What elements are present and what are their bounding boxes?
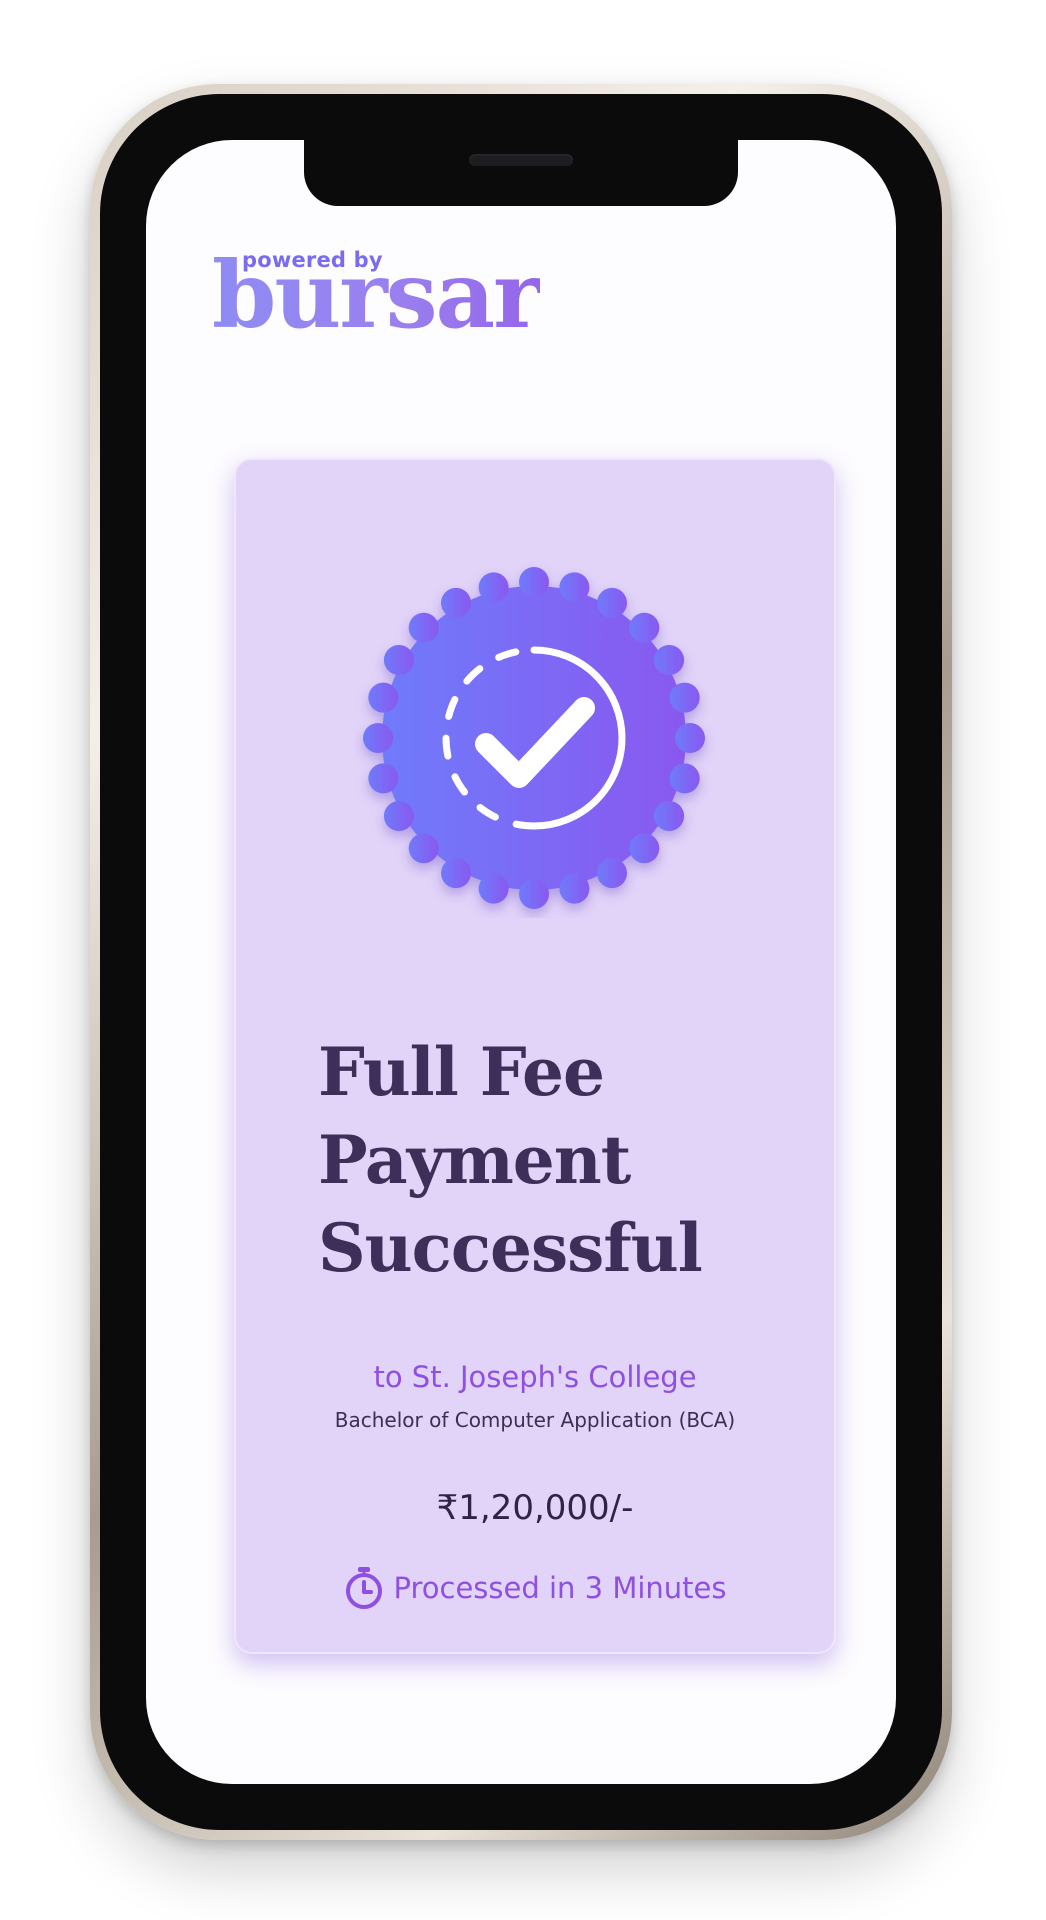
- powered-by-label: powered by: [242, 248, 383, 272]
- phone-bezel: bursar powered by Full Fee Payment Succe…: [100, 94, 942, 1830]
- brand-logo: bursar powered by: [212, 241, 552, 358]
- stopwatch-icon: [345, 1567, 382, 1609]
- college-name: to St. Joseph's College: [373, 1360, 697, 1394]
- payment-status-title: Full Fee Payment Successful: [318, 1033, 703, 1287]
- course-name: Bachelor of Computer Application (BCA): [334, 1408, 736, 1432]
- payment-amount: ₹1,20,000/-: [436, 1488, 634, 1528]
- processed-label: Processed in 3 Minutes: [393, 1571, 727, 1605]
- phone-notch: [304, 140, 738, 206]
- verified-check-badge-icon: [363, 567, 705, 909]
- processing-time: Processed in 3 Minutes: [234, 1566, 836, 1610]
- phone-frame: bursar powered by Full Fee Payment Succe…: [90, 84, 952, 1840]
- phone-screen: bursar powered by Full Fee Payment Succe…: [146, 140, 896, 1784]
- payment-success-card: Full Fee Payment Successful to St. Josep…: [234, 458, 836, 1654]
- speaker-grille: [469, 154, 573, 166]
